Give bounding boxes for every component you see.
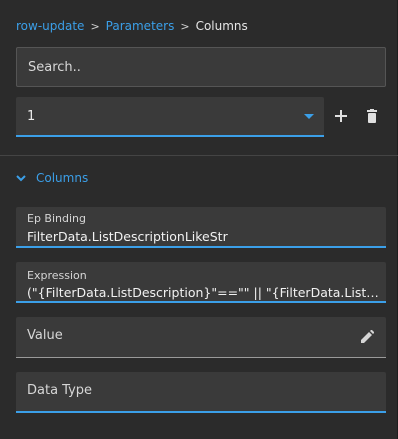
data-type-field[interactable]: Data Type (16, 372, 386, 413)
trash-icon[interactable] (365, 109, 379, 123)
expression-value[interactable]: ("{FilterData.ListDescription}"=="" || "… (27, 285, 380, 300)
plus-icon[interactable] (334, 109, 348, 123)
column-index-select[interactable]: 1 (16, 97, 324, 137)
chevron-down-icon[interactable] (16, 173, 26, 183)
expression-field[interactable]: Expression ("{FilterData.ListDescription… (16, 262, 386, 303)
breadcrumb-row-update[interactable]: row-update (16, 19, 84, 33)
section-title: Columns (36, 171, 89, 185)
value-label: Value (27, 328, 63, 343)
section-divider (0, 155, 398, 156)
expression-label: Expression (27, 269, 87, 282)
properties-panel: row-update > Parameters > Columns 1 Colu… (0, 0, 398, 439)
value-field[interactable]: Value (16, 317, 386, 358)
pencil-icon[interactable] (360, 330, 374, 344)
column-index-value: 1 (27, 108, 36, 124)
section-header-columns[interactable]: Columns (16, 170, 88, 186)
breadcrumb: row-update > Parameters > Columns (16, 18, 248, 34)
breadcrumb-columns: Columns (195, 19, 248, 33)
search-box (16, 47, 386, 87)
caret-down-icon[interactable] (304, 113, 314, 119)
breadcrumb-separator: > (90, 19, 100, 33)
ep-binding-value[interactable]: FilterData.ListDescriptionLikeStr (27, 229, 380, 244)
ep-binding-label: Ep Binding (27, 212, 86, 225)
breadcrumb-separator: > (180, 19, 190, 33)
data-type-label: Data Type (27, 383, 93, 398)
ep-binding-field[interactable]: Ep Binding FilterData.ListDescriptionLik… (16, 207, 386, 248)
breadcrumb-parameters[interactable]: Parameters (106, 19, 175, 33)
search-input[interactable] (28, 59, 385, 75)
